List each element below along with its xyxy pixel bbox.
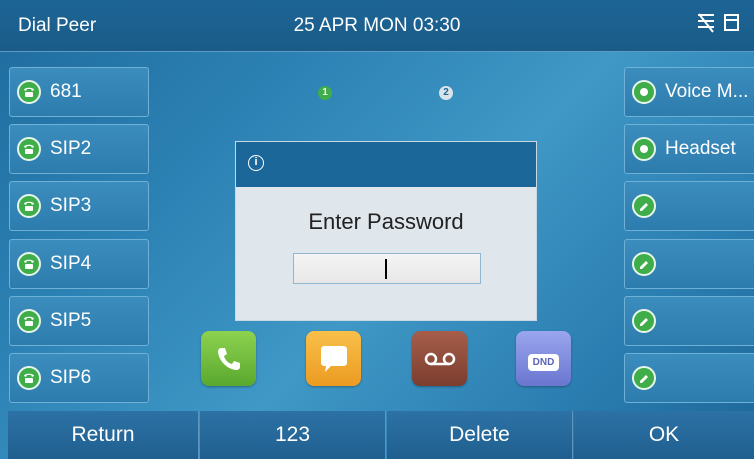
voicemail-icon <box>424 352 455 365</box>
line-key-label: Voice M... <box>665 81 749 102</box>
line-key-headset[interactable]: Headset <box>624 124 754 174</box>
ok-softkey[interactable]: OK <box>574 411 754 459</box>
page-indicator-1[interactable]: 1 <box>318 86 332 100</box>
line-key-label: SIP2 <box>50 138 92 159</box>
line-key-2[interactable]: SIP2 <box>9 124 149 174</box>
voicemail-app-button[interactable] <box>412 331 467 386</box>
phone-icon <box>17 194 41 218</box>
call-app-button[interactable] <box>201 331 256 386</box>
messages-app-button[interactable] <box>306 331 361 386</box>
line-key-label: SIP5 <box>50 310 92 331</box>
123-softkey[interactable]: 123 <box>200 411 386 459</box>
phone-icon <box>17 137 41 161</box>
line-key-voice-mail[interactable]: Voice M... <box>624 67 754 117</box>
phone-icon <box>17 366 41 390</box>
line-key-label: SIP6 <box>50 367 92 388</box>
edit-icon <box>632 309 656 333</box>
message-bubble-icon <box>320 345 347 372</box>
line-key-3[interactable]: SIP3 <box>9 181 149 231</box>
dialog-body: Enter Password <box>236 187 536 320</box>
status-icons <box>696 12 742 34</box>
password-dialog: i Enter Password <box>235 141 537 321</box>
line-key-label: SIP4 <box>50 253 92 274</box>
dnd-app-button[interactable]: DND <box>516 331 571 386</box>
password-input[interactable] <box>293 253 481 284</box>
line-key-6[interactable]: SIP6 <box>9 353 149 403</box>
line-key-label: SIP3 <box>50 195 92 216</box>
status-bar: Dial Peer 25 APR MON 03:30 <box>0 0 754 52</box>
dnd-label: DND <box>532 357 555 368</box>
line-key-empty-4[interactable] <box>624 239 754 289</box>
phone-handset-icon <box>217 347 240 370</box>
edit-icon <box>632 252 656 276</box>
line-key-empty-5[interactable] <box>624 296 754 346</box>
line-key-5[interactable]: SIP5 <box>9 296 149 346</box>
dot-icon <box>632 80 656 104</box>
phone-icon <box>17 309 41 333</box>
info-icon: i <box>248 155 264 171</box>
line-key-4[interactable]: SIP4 <box>9 239 149 289</box>
network-off-icon <box>696 12 716 34</box>
line-key-empty-3[interactable] <box>624 181 754 231</box>
page-indicator-2[interactable]: 2 <box>439 86 453 100</box>
dot-icon <box>632 137 656 161</box>
phone-icon <box>17 252 41 276</box>
dnd-sign-icon: DND <box>527 354 560 371</box>
edit-icon <box>632 194 656 218</box>
dnd-lock-icon <box>722 12 742 34</box>
line-key-label: Headset <box>665 138 736 159</box>
edit-icon <box>632 366 656 390</box>
delete-softkey[interactable]: Delete <box>387 411 573 459</box>
dialog-prompt: Enter Password <box>308 209 464 234</box>
phone-icon <box>17 80 41 104</box>
date-time: 25 APR MON 03:30 <box>293 15 461 36</box>
text-cursor <box>385 259 387 279</box>
return-softkey[interactable]: Return <box>8 411 199 459</box>
line-key-empty-6[interactable] <box>624 353 754 403</box>
line-key-label: 681 <box>50 81 82 102</box>
dialog-header: i <box>236 142 536 187</box>
line-key-1[interactable]: 681 <box>9 67 149 117</box>
